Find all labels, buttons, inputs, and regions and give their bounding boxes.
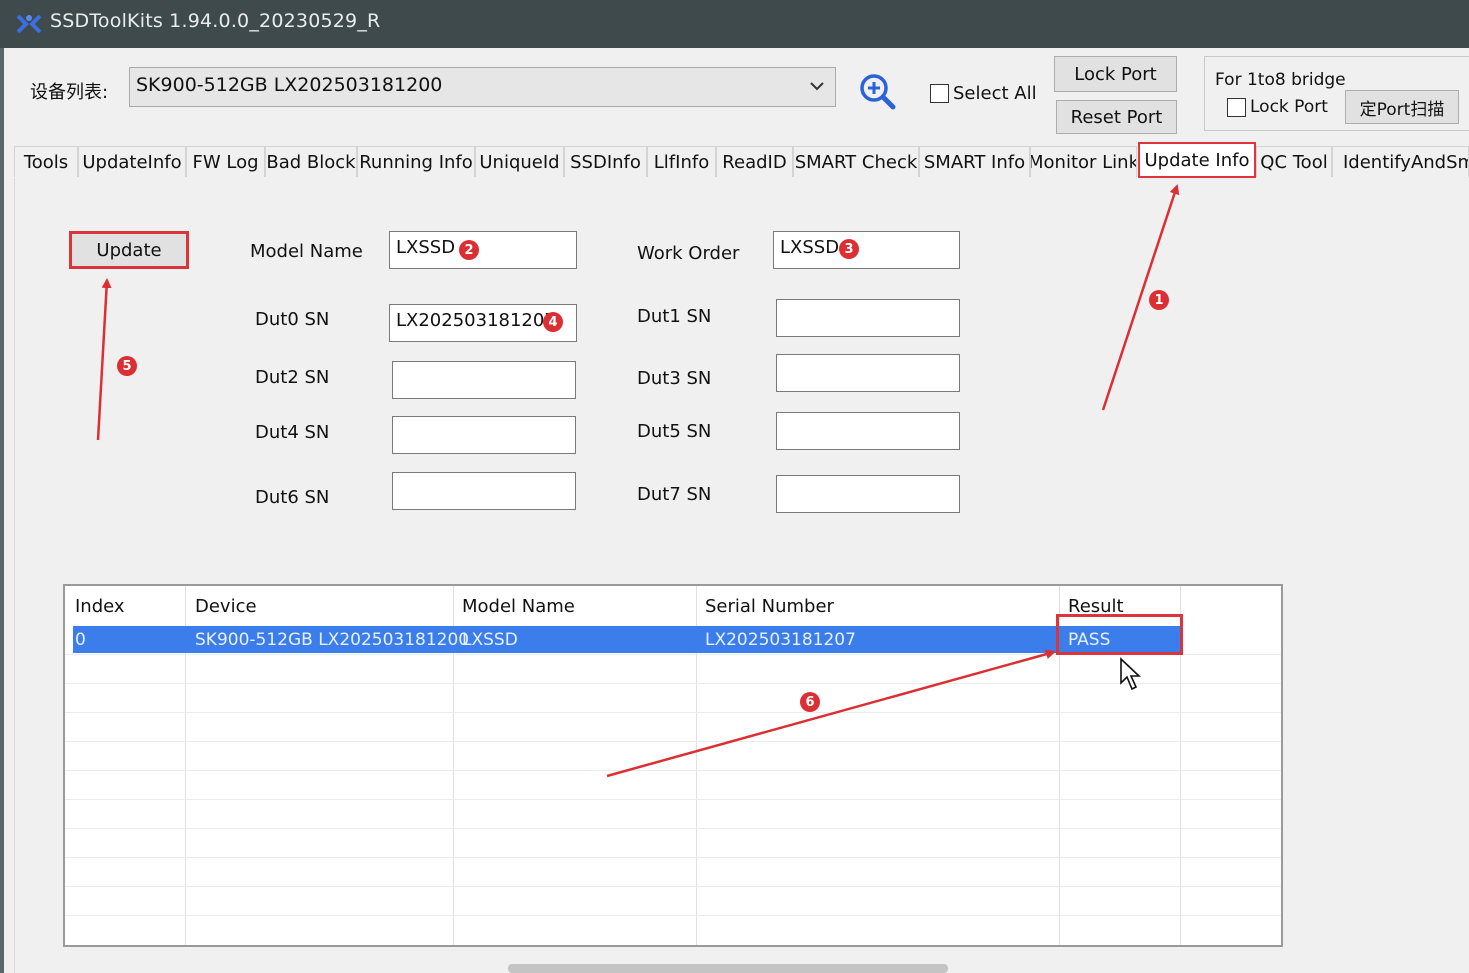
tab-ssdinfo[interactable]: SSDInfo (564, 146, 647, 177)
chevron-down-icon[interactable] (809, 80, 825, 92)
tab-identify-and-smart[interactable]: IdentifyAndSmar (1332, 146, 1469, 177)
tab-running-info[interactable]: Running Info (357, 146, 475, 177)
dut7-sn-label: Dut7 SN (637, 484, 712, 505)
row-device-cell: SK900-512GB LX202503181200 (195, 630, 470, 650)
tab-update-info[interactable]: Update Info (1138, 142, 1256, 178)
dut2-sn-input[interactable] (392, 361, 576, 399)
tab-readid[interactable]: ReadID (716, 146, 793, 177)
mouse-cursor-icon (1120, 657, 1142, 691)
window-title: SSDToolKits 1.94.0.0_20230529_R (50, 10, 381, 32)
row-serial-number-cell: LX202503181207 (705, 630, 856, 650)
dut3-sn-input[interactable] (776, 354, 960, 392)
result-highlight-box (1056, 614, 1183, 655)
device-list-label: 设备列表: (30, 82, 109, 103)
dut0-sn-label: Dut0 SN (255, 309, 330, 330)
select-all-label: Select All (953, 83, 1037, 104)
tab-monitor-link[interactable]: Monitor Link (1030, 146, 1137, 177)
lock-port-button[interactable]: Lock Port (1054, 56, 1177, 92)
tab-smart-info[interactable]: SMART Info (919, 146, 1030, 177)
step-3-badge: 3 (839, 239, 859, 259)
tab-bar: Tools UpdateInfo FW Log Bad Block Runnin… (14, 142, 1469, 179)
reset-port-button[interactable]: Reset Port (1056, 100, 1177, 134)
dut1-sn-label: Dut1 SN (637, 306, 712, 327)
tab-uniqueid[interactable]: UniqueId (475, 146, 564, 177)
model-name-input[interactable]: LXSSD (389, 231, 577, 269)
work-order-label: Work Order (637, 243, 740, 264)
tab-bad-block[interactable]: Bad Block (265, 146, 357, 177)
work-order-value: LXSSD (780, 237, 840, 258)
dut7-sn-input[interactable] (776, 475, 960, 513)
window-border (0, 48, 4, 973)
app-logo-icon (16, 14, 42, 34)
tab-qc-tool[interactable]: QC Tool (1256, 146, 1332, 177)
tab-updateinfo[interactable]: UpdateInfo (78, 146, 186, 177)
bridge-scan-button[interactable]: 定Port扫描 (1345, 90, 1459, 124)
work-order-input[interactable]: LXSSD (773, 231, 960, 269)
bridge-lock-port-label: Lock Port (1250, 97, 1328, 117)
column-header-serial-number[interactable]: Serial Number (705, 596, 834, 617)
device-select[interactable]: SK900-512GB LX202503181200 (129, 67, 836, 107)
dut2-sn-label: Dut2 SN (255, 367, 330, 388)
dut4-sn-label: Dut4 SN (255, 422, 330, 443)
dut3-sn-label: Dut3 SN (637, 368, 712, 389)
dut5-sn-label: Dut5 SN (637, 421, 712, 442)
step-5-badge: 5 (117, 356, 137, 376)
bridge-lock-port-checkbox[interactable] (1227, 98, 1246, 117)
tab-llfinfo[interactable]: LlfInfo (647, 146, 716, 177)
step-1-badge: 1 (1149, 290, 1169, 310)
tab-tools[interactable]: Tools (14, 146, 78, 177)
column-header-device[interactable]: Device (195, 596, 257, 617)
select-all-checkbox[interactable] (930, 84, 949, 103)
row-model-name-cell: LXSSD (462, 630, 518, 650)
tab-smart-check[interactable]: SMART Check (793, 146, 919, 177)
dut6-sn-label: Dut6 SN (255, 487, 330, 508)
model-name-label: Model Name (250, 241, 363, 262)
update-button[interactable]: Update (69, 231, 189, 269)
dut1-sn-input[interactable] (776, 299, 960, 337)
dut4-sn-input[interactable] (392, 416, 576, 454)
zoom-search-icon[interactable] (858, 72, 896, 110)
step-4-badge: 4 (543, 312, 563, 332)
model-name-value: LXSSD (396, 237, 456, 258)
tab-fw-log[interactable]: FW Log (186, 146, 265, 177)
dut0-sn-value: LX202503181207 (396, 310, 556, 331)
bridge-group-label: For 1to8 bridge (1215, 70, 1346, 90)
step-2-badge: 2 (459, 240, 479, 260)
dut5-sn-input[interactable] (776, 412, 960, 450)
column-header-index[interactable]: Index (75, 596, 125, 617)
row-index-cell: 0 (75, 630, 86, 650)
dut6-sn-input[interactable] (392, 472, 576, 510)
step-6-badge: 6 (800, 692, 820, 712)
horizontal-scrollbar[interactable] (508, 964, 948, 973)
device-select-value: SK900-512GB LX202503181200 (136, 74, 443, 96)
column-header-model-name[interactable]: Model Name (462, 596, 575, 617)
